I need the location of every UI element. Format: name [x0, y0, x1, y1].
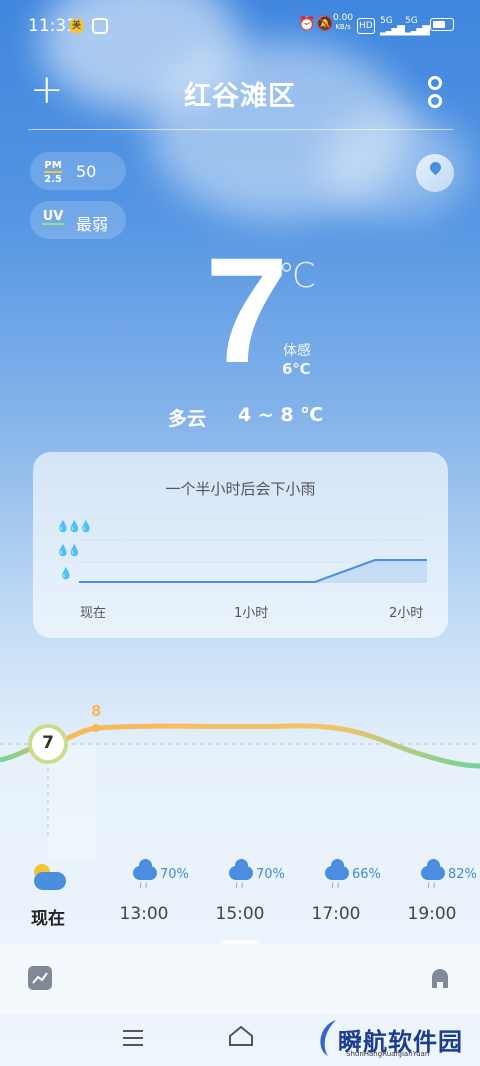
- feels-like-label: 体感: [283, 343, 311, 359]
- trend-chart-icon[interactable]: [28, 966, 52, 990]
- hour-time: 15:00: [215, 904, 265, 924]
- bottom-sheet: [0, 944, 480, 1014]
- app-notification-icon: [92, 18, 108, 34]
- peak-point: [92, 724, 100, 732]
- temperature-range: 4 ~ 8 ℃: [238, 404, 324, 426]
- hour-now: 现在: [31, 909, 65, 929]
- signal-bars-icon: ▂▃▅▇: [405, 25, 430, 36]
- rain-forecast-card[interactable]: 一个半小时后会下小雨 💧💧💧 💧💧 💧 现在 1小时 2小时: [33, 452, 448, 638]
- pm25-pill[interactable]: PM 2.5 50: [30, 152, 126, 190]
- x-label-2h: 2小时: [389, 606, 424, 621]
- now-temp-label: 7: [42, 733, 54, 753]
- net-speed: 0.00 KB/s: [333, 13, 354, 32]
- rain-area: [79, 560, 427, 583]
- hd-icon: HD: [357, 18, 375, 34]
- uv-value: 最弱: [76, 215, 109, 234]
- watermark-logo: 瞬航软件园 ShunHangRuanJianYuan: [310, 1012, 480, 1066]
- rain-drops-icon: ╵╵: [234, 884, 245, 894]
- home-icon[interactable]: [428, 966, 452, 990]
- rain-drops-icon: ╵╵: [330, 884, 341, 894]
- signal-bars-icon: ▂▃▅▇: [380, 25, 405, 36]
- mute-icon: 🔕: [316, 16, 334, 32]
- map-button[interactable]: [416, 154, 454, 192]
- alarm-icon: ⏰: [298, 16, 316, 32]
- hour-precip: 70%: [160, 867, 189, 882]
- rain-drops-icon: ╵╵: [138, 884, 149, 894]
- hour-precip: 66%: [352, 867, 381, 882]
- header-divider: [28, 129, 454, 130]
- rain-cloud-icon: [229, 859, 253, 880]
- hour-precip: 82%: [448, 867, 477, 882]
- more-menu-button[interactable]: [428, 76, 442, 112]
- location-pin-icon: [427, 159, 444, 176]
- rain-drops-icon: ╵╵: [426, 884, 437, 894]
- uv-pill[interactable]: UV 最弱: [30, 201, 126, 239]
- hour-precip: 70%: [256, 867, 285, 882]
- rain-cloud-icon: [325, 859, 349, 880]
- hour-time: 17:00: [311, 904, 361, 924]
- city-title[interactable]: 红谷滩区: [0, 74, 480, 113]
- temperature-unit: ℃: [278, 256, 317, 296]
- rain-cloud-icon: [133, 859, 157, 880]
- weather-condition: 多云: [168, 408, 207, 430]
- pm25-value: 50: [76, 162, 97, 181]
- status-bar: 11:31 美 ⏰ 🔕 0.00 KB/s HD 5G ▂▃▅▇ 5G ▂▃▅▇: [0, 0, 480, 52]
- recents-button[interactable]: [123, 1030, 143, 1046]
- hour-time: 19:00: [407, 904, 457, 924]
- battery-icon: [430, 18, 454, 31]
- uv-icon: UV: [42, 209, 64, 225]
- x-label-1h: 1小时: [234, 606, 269, 621]
- partly-cloudy-icon: [30, 862, 66, 892]
- home-nav-button[interactable]: [228, 1025, 254, 1051]
- hour-time: 13:00: [119, 904, 169, 924]
- x-label-now: 现在: [80, 606, 107, 621]
- current-temperature: 7: [205, 226, 289, 394]
- notification-icon: 美: [70, 19, 84, 33]
- feels-like-value: 6℃: [282, 360, 311, 378]
- sheet-handle[interactable]: [220, 940, 260, 944]
- temperature-curve: [0, 723, 480, 860]
- peak-temp-label: 8: [91, 702, 102, 720]
- rain-cloud-icon: [421, 859, 445, 880]
- pm25-icon: PM 2.5: [44, 160, 62, 185]
